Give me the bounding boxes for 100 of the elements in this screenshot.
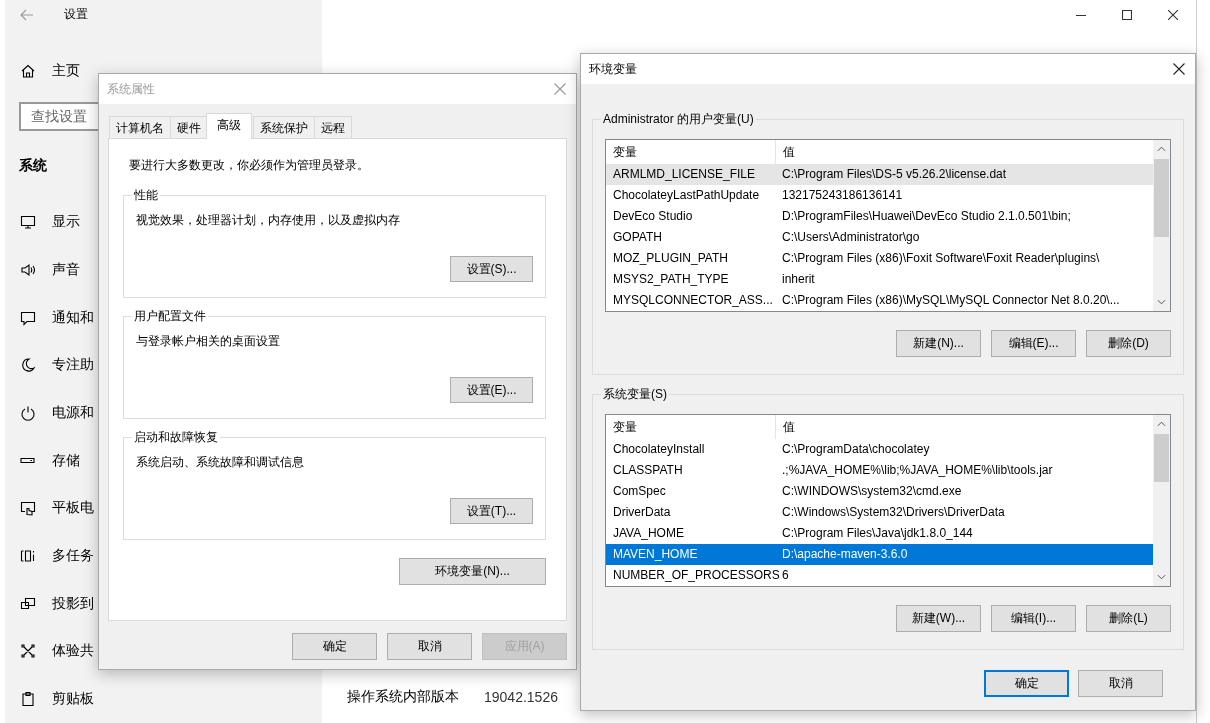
sidebar-item[interactable]: 投影到 — [19, 579, 94, 628]
sidebar-item[interactable]: 声音 — [19, 246, 80, 294]
tablet-icon — [20, 500, 36, 517]
sidebar-item[interactable]: 体验共 — [19, 627, 94, 676]
variable-value: 6 — [781, 567, 790, 584]
group-title: 用户配置文件 — [133, 308, 207, 324]
scroll-up-icon[interactable] — [1157, 421, 1166, 427]
settings-button[interactable]: 设置(T)... — [450, 498, 533, 524]
list-action-button[interactable]: 删除(D) — [1086, 330, 1171, 357]
scrollbar-thumb[interactable] — [1154, 434, 1169, 482]
dialog-button[interactable]: 确定 — [984, 670, 1069, 697]
variable-value: C:\Program Files\DS-5 v5.26.2\license.dat — [781, 166, 1008, 183]
variable-name: ChocolateyInstall — [612, 441, 706, 458]
variable-name: MSYS2_PATH_TYPE — [612, 271, 730, 288]
maximize-icon[interactable] — [1122, 10, 1132, 20]
variable-name: DevEco Studio — [612, 208, 694, 225]
list-action-button[interactable]: 编辑(I)... — [991, 605, 1076, 632]
variable-value: C:\ProgramData\chocolatey — [781, 441, 931, 458]
group-title: 启动和故障恢复 — [133, 429, 219, 445]
list-row[interactable]: CLASSPATH .;%JAVA_HOME%\lib;%JAVA_HOME%\lib\tools.jar — [606, 460, 1153, 481]
sidebar-item[interactable]: 电源和 — [19, 389, 94, 437]
group-description: 视觉效果，处理器计划，内存使用，以及虚拟内存 — [136, 212, 400, 229]
sidebar-item[interactable]: 通知和 — [19, 293, 94, 342]
moon-icon — [20, 357, 36, 374]
variable-value: C:\Program Files (x86)\Foxit Software\Foxit Reader\plugins\ — [781, 250, 1101, 267]
list-row[interactable]: ChocolateyInstall C:\ProgramData\chocolatey — [606, 439, 1153, 460]
column-header[interactable]: 值 — [776, 140, 1153, 164]
clipboard-icon — [20, 691, 36, 708]
sidebar-item[interactable]: 平板电 — [19, 484, 94, 533]
scroll-down-icon[interactable] — [1157, 299, 1166, 305]
settings-button[interactable]: 设置(S)... — [450, 256, 533, 282]
dialog-title: 系统属性 — [107, 80, 155, 98]
scroll-up-icon[interactable] — [1157, 146, 1166, 152]
section-heading: 系统 — [19, 156, 47, 176]
scroll-down-icon[interactable] — [1157, 574, 1166, 580]
list-row[interactable]: MAVEN_HOME D:\apache-maven-3.6.0 — [606, 544, 1153, 565]
tab[interactable]: 计算机名 — [109, 116, 171, 138]
speaker-icon — [20, 261, 36, 278]
list-row[interactable]: ChocolateyLastPathUpdate 132175243186136141 — [606, 185, 1153, 206]
list-row[interactable]: ComSpec C:\WINDOWS\system32\cmd.exe — [606, 481, 1153, 502]
group-title: 性能 — [133, 187, 159, 203]
dialog-button[interactable]: 确定 — [292, 633, 377, 660]
window-title: 设置 — [64, 6, 88, 24]
variable-value: D:\ProgramFiles\Huawei\DevEco Studio 2.1.0.501\bin; — [781, 208, 1072, 225]
dialog-button[interactable]: 取消 — [387, 633, 472, 660]
list-row[interactable]: MYSQLCONNECTOR_ASS... C:\Program Files (x86)\MySQL\MySQL Connector Net 8.0.20\... — [606, 290, 1153, 311]
scrollbar[interactable] — [1153, 140, 1170, 311]
environment-variables-button[interactable]: 环境变量(N)... — [399, 558, 546, 585]
sidebar-item[interactable]: 显示 — [19, 198, 80, 247]
variable-name: CLASSPATH — [612, 462, 684, 479]
variable-value: C:\Windows\System32\Drivers\DriverData — [781, 504, 1006, 521]
list-action-button[interactable]: 编辑(E)... — [991, 330, 1076, 357]
list-row[interactable]: MOZ_PLUGIN_PATH C:\Program Files (x86)\Foxit Software\Foxit Reader\plugins\ — [606, 248, 1153, 269]
speech-bubble-icon — [20, 309, 36, 326]
list-row[interactable]: ARMLMD_LICENSE_FILE C:\Program Files\DS-5 v5.26.2\license.dat — [606, 164, 1153, 185]
tab[interactable]: 高级 — [206, 113, 252, 139]
sidebar-item[interactable]: 存储 — [19, 436, 80, 485]
list-action-button[interactable]: 新建(N)... — [896, 330, 981, 357]
list-row[interactable]: NUMBER_OF_PROCESSORS 6 — [606, 565, 1153, 586]
list-row[interactable]: DriverData C:\Windows\System32\Drivers\DriverData — [606, 502, 1153, 523]
nodes-icon — [20, 643, 36, 660]
close-icon[interactable] — [1173, 63, 1185, 75]
sidebar-item[interactable]: 专注助 — [19, 341, 94, 390]
variable-name: MOZ_PLUGIN_PATH — [612, 250, 729, 267]
variable-value: C:\WINDOWS\system32\cmd.exe — [781, 483, 963, 500]
variable-name: ChocolateyLastPathUpdate — [612, 187, 761, 204]
monitor-icon — [20, 214, 36, 231]
variable-name: ComSpec — [612, 483, 667, 500]
column-header[interactable]: 值 — [776, 415, 1153, 439]
column-header[interactable]: 变量 — [606, 415, 776, 439]
sidebar-item[interactable]: 多任务 — [19, 532, 94, 580]
home-item[interactable]: 主页 — [19, 50, 80, 91]
list-row[interactable]: JAVA_HOME C:\Program Files\Java\jdk1.8.0_144 — [606, 523, 1153, 544]
variable-name: GOPATH — [612, 229, 663, 246]
dialog-button[interactable]: 取消 — [1078, 670, 1163, 697]
list-row[interactable]: DevEco Studio D:\ProgramFiles\Huawei\DevEco Studio 2.1.0.501\bin; — [606, 206, 1153, 227]
variable-name: MYSQLCONNECTOR_ASS... — [612, 292, 774, 309]
notice-text: 要进行大多数更改，你必须作为管理员登录。 — [128, 157, 369, 174]
list-row[interactable]: MSYS2_PATH_TYPE inherit — [606, 269, 1153, 290]
list-action-button[interactable]: 删除(L) — [1086, 605, 1171, 632]
list-action-button[interactable]: 新建(W)... — [896, 605, 981, 632]
settings-button[interactable]: 设置(E)... — [450, 377, 533, 403]
info-label: 操作系统内部版本 — [347, 687, 460, 706]
sidebar-item[interactable]: 剪贴板 — [19, 675, 94, 723]
minimize-icon[interactable] — [1076, 14, 1086, 16]
variable-value: 132175243186136141 — [781, 187, 904, 204]
variable-value: inherit — [781, 271, 816, 288]
variable-value: C:\Program Files (x86)\MySQL\MySQL Connector Net 8.0.20\... — [781, 292, 1121, 309]
tab[interactable]: 远程 — [314, 116, 352, 138]
variable-value: C:\Program Files\Java\jdk1.8.0_144 — [781, 525, 974, 542]
tab[interactable]: 系统保护 — [253, 116, 315, 138]
scrollbar-thumb[interactable] — [1154, 159, 1169, 237]
dialog-title: 环境变量 — [589, 60, 637, 78]
screens-icon — [20, 595, 36, 612]
variable-name: MAVEN_HOME — [612, 546, 699, 563]
multitask-icon — [20, 548, 36, 565]
scrollbar[interactable] — [1153, 415, 1170, 586]
close-icon[interactable] — [1168, 10, 1178, 20]
variable-value: D:\apache-maven-3.6.0 — [781, 546, 909, 563]
list-row[interactable]: GOPATH C:\Users\Administrator\go — [606, 227, 1153, 248]
